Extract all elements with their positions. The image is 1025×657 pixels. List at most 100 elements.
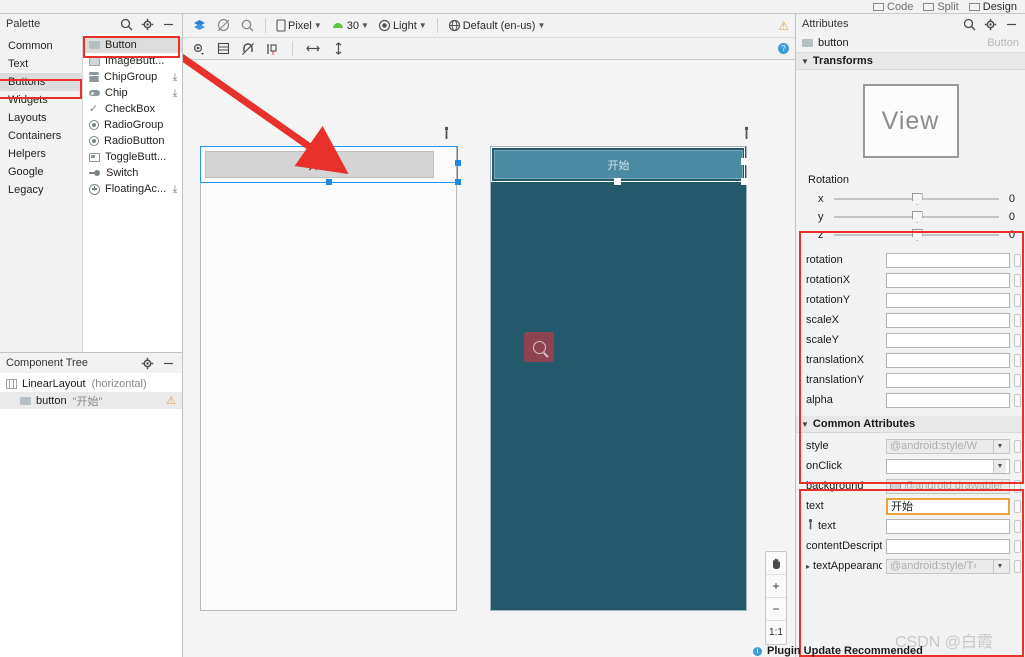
- pin-icon[interactable]: [1014, 273, 1021, 287]
- download-icon[interactable]: ⤓: [172, 88, 182, 99]
- text-design-input[interactable]: [886, 518, 1010, 534]
- pin-icon[interactable]: [1014, 459, 1021, 473]
- palette-item-switch[interactable]: Switch: [83, 165, 182, 181]
- minimize-icon[interactable]: [162, 357, 175, 370]
- height-icon[interactable]: [329, 40, 348, 58]
- alpha-input[interactable]: [886, 392, 1010, 408]
- tree-row-button[interactable]: button "开始" ⚠: [0, 392, 182, 409]
- selection-handle-right-top[interactable]: [741, 158, 748, 165]
- tab-split[interactable]: Split: [923, 1, 959, 13]
- design-canvas-area[interactable]: 开始 开始 + − 1:1: [183, 61, 795, 657]
- warning-icon[interactable]: ⚠: [778, 19, 789, 33]
- chevron-down-icon[interactable]: ▼: [993, 459, 1006, 473]
- error-icon[interactable]: x: [263, 40, 283, 58]
- width-icon[interactable]: [302, 40, 324, 58]
- api-selector[interactable]: 30 ▼: [328, 17, 372, 35]
- pin-icon[interactable]: [1014, 373, 1021, 387]
- palette-category-common[interactable]: Common: [0, 37, 82, 55]
- palette-item-togglebutton[interactable]: ToggleButt...: [83, 149, 182, 165]
- pan-button[interactable]: [766, 552, 786, 575]
- rotation-x-slider[interactable]: [834, 192, 999, 206]
- rotation-z-slider[interactable]: [834, 228, 999, 242]
- gear-icon[interactable]: [141, 357, 154, 370]
- gear-icon[interactable]: [984, 18, 997, 31]
- palette-category-widgets[interactable]: Widgets: [0, 91, 82, 109]
- rotationx-input[interactable]: [886, 272, 1010, 288]
- contentdescription-input[interactable]: [886, 538, 1010, 554]
- tab-code[interactable]: Code: [873, 1, 913, 13]
- blueprint-wrench-icon[interactable]: [741, 126, 752, 143]
- scalex-input[interactable]: [886, 312, 1010, 328]
- rotation-input[interactable]: [886, 252, 1010, 268]
- style-input[interactable]: @android:style/W ▼: [886, 438, 1010, 454]
- background-input[interactable]: @android:drawable/: [886, 478, 1010, 494]
- palette-item-chip[interactable]: Chip ⤓: [83, 85, 182, 101]
- eye-icon[interactable]: [189, 40, 209, 58]
- scaley-input[interactable]: [886, 332, 1010, 348]
- minimize-icon[interactable]: [162, 18, 175, 31]
- selection-handle-right-bottom[interactable]: [455, 179, 461, 185]
- chevron-down-icon[interactable]: ▼: [993, 439, 1006, 453]
- text-input[interactable]: 开始: [886, 497, 1010, 515]
- chevron-down-icon[interactable]: ▼: [993, 559, 1006, 573]
- download-icon[interactable]: ⤓: [172, 72, 182, 83]
- design-mode-button[interactable]: [189, 17, 210, 35]
- list-icon[interactable]: [214, 40, 233, 58]
- zoom-out-button[interactable]: −: [766, 598, 786, 621]
- palette-category-containers[interactable]: Containers: [0, 127, 82, 145]
- pin-icon[interactable]: [1014, 539, 1021, 553]
- pin-icon[interactable]: [1014, 313, 1021, 327]
- pin-icon[interactable]: [1014, 439, 1021, 453]
- gear-icon[interactable]: [141, 18, 154, 31]
- palette-category-google[interactable]: Google: [0, 163, 82, 181]
- selection-handle-right-bottom[interactable]: [741, 178, 748, 185]
- palette-item-radiobutton[interactable]: RadioButton: [83, 133, 182, 149]
- minimize-icon[interactable]: [1005, 18, 1018, 31]
- rotation-y-slider[interactable]: [834, 210, 999, 224]
- rotationy-input[interactable]: [886, 292, 1010, 308]
- attributes-element-row[interactable]: button Button: [796, 34, 1025, 53]
- field-label-expand[interactable]: ▸ textAppearance: [806, 560, 882, 572]
- pin-icon[interactable]: [1014, 499, 1021, 513]
- help-icon[interactable]: ?: [778, 43, 789, 54]
- blueprint-preview-surface[interactable]: 开始: [490, 146, 747, 611]
- blueprint-search-widget[interactable]: [524, 332, 554, 362]
- palette-item-floatingactionbutton[interactable]: FloatingAc... ⤓: [83, 181, 182, 197]
- tree-row-linearlayout[interactable]: LinearLayout (horizontal): [0, 375, 182, 392]
- zoom-in-button[interactable]: +: [766, 575, 786, 598]
- notification-bar[interactable]: i Plugin Update Recommended: [745, 645, 1025, 657]
- palette-category-helpers[interactable]: Helpers: [0, 145, 82, 163]
- section-common-attributes[interactable]: ▼ Common Attributes: [796, 416, 1025, 433]
- locale-selector[interactable]: Default (en-us) ▼: [445, 17, 549, 35]
- pin-icon[interactable]: [1014, 293, 1021, 307]
- palette-category-buttons[interactable]: Buttons: [0, 73, 82, 91]
- translationx-input[interactable]: [886, 352, 1010, 368]
- pin-icon[interactable]: [1014, 559, 1021, 573]
- palette-category-layouts[interactable]: Layouts: [0, 109, 82, 127]
- palette-category-text[interactable]: Text: [0, 55, 82, 73]
- design-button-widget[interactable]: 开始: [205, 151, 434, 178]
- theme-selector[interactable]: Light ▼: [375, 17, 430, 35]
- palette-category-legacy[interactable]: Legacy: [0, 181, 82, 199]
- palette-item-checkbox[interactable]: ✓ CheckBox: [83, 101, 182, 117]
- selection-handle-bottom[interactable]: [614, 178, 621, 185]
- pin-icon[interactable]: [1014, 519, 1021, 533]
- search-icon[interactable]: [120, 18, 133, 31]
- pin-icon[interactable]: [1014, 393, 1021, 407]
- download-icon[interactable]: ⤓: [172, 184, 182, 195]
- palette-item-chipgroup[interactable]: ChipGroup ⤓: [83, 69, 182, 85]
- magnet-off-icon[interactable]: [238, 40, 258, 58]
- zoom-actual-button[interactable]: 1:1: [766, 621, 786, 644]
- design-wrench-icon[interactable]: [441, 126, 452, 143]
- textappearance-input[interactable]: @android:style/T‹ ▼: [886, 558, 1010, 574]
- palette-item-imagebutton[interactable]: ImageButt...: [83, 53, 182, 69]
- pin-icon[interactable]: [1014, 479, 1021, 493]
- pin-icon[interactable]: [1014, 333, 1021, 347]
- tab-design[interactable]: Design: [968, 1, 1017, 13]
- pin-icon[interactable]: [1014, 253, 1021, 267]
- onclick-input[interactable]: ▼: [886, 458, 1010, 474]
- pin-icon[interactable]: [1014, 353, 1021, 367]
- palette-item-button[interactable]: Button: [83, 37, 182, 53]
- selection-handle-right-top[interactable]: [455, 160, 461, 166]
- preview-mode-button[interactable]: [237, 17, 258, 35]
